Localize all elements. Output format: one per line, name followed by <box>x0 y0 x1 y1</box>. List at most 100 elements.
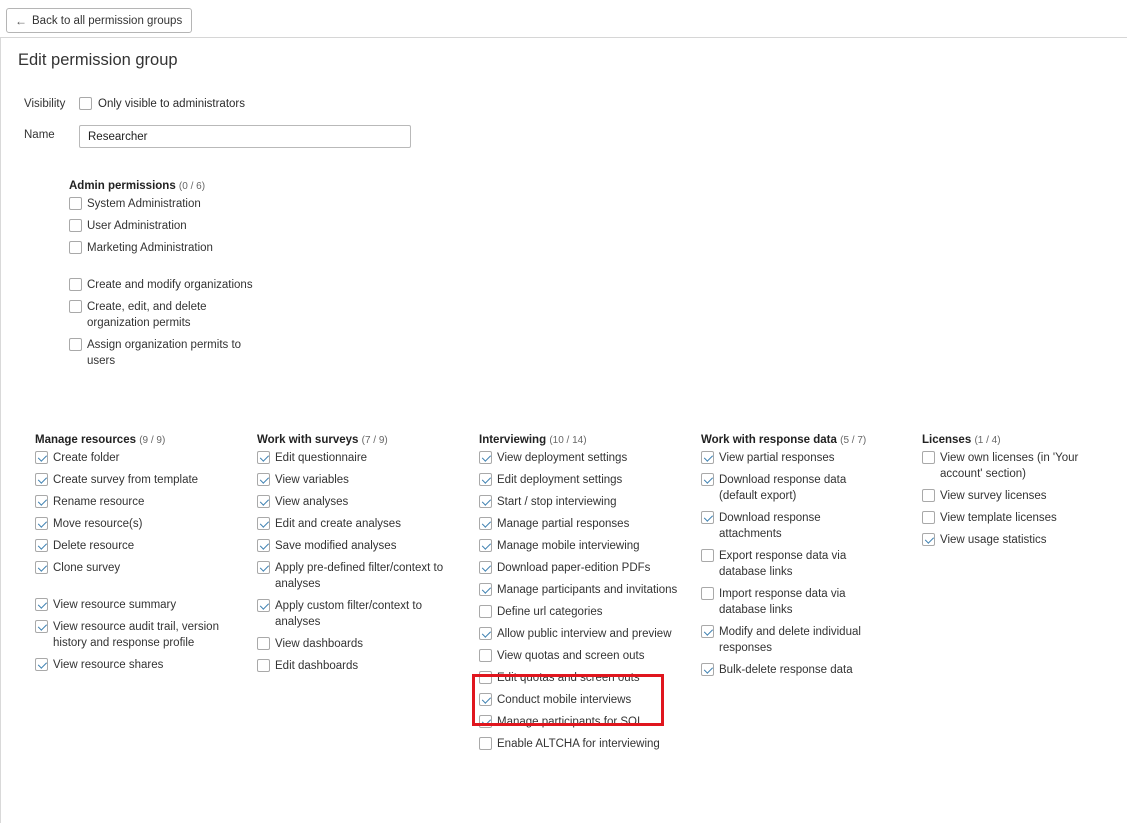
permission-item[interactable]: Create, edit, and delete organization pe… <box>69 299 269 331</box>
permission-checkbox[interactable] <box>35 598 48 611</box>
permission-item[interactable]: Delete resource <box>35 538 235 554</box>
permission-item[interactable]: View resource shares <box>35 657 235 673</box>
permission-item[interactable]: View usage statistics <box>922 532 1094 548</box>
permission-checkbox[interactable] <box>701 549 714 562</box>
permission-checkbox[interactable] <box>69 241 82 254</box>
permission-item[interactable]: View template licenses <box>922 510 1094 526</box>
permission-item[interactable]: Enable ALTCHA for interviewing <box>479 736 679 752</box>
permission-checkbox[interactable] <box>257 517 270 530</box>
permission-item[interactable]: System Administration <box>69 196 269 212</box>
permission-item[interactable]: View resource audit trail, version histo… <box>35 619 235 651</box>
permission-item[interactable]: User Administration <box>69 218 269 234</box>
permission-item[interactable]: Assign organization permits to users <box>69 337 269 369</box>
permission-checkbox[interactable] <box>69 300 82 313</box>
permission-item[interactable]: Define url categories <box>479 604 679 620</box>
permission-item[interactable]: View analyses <box>257 494 452 510</box>
permission-item[interactable]: Edit deployment settings <box>479 472 679 488</box>
permission-checkbox[interactable] <box>479 473 492 486</box>
permission-checkbox[interactable] <box>69 219 82 232</box>
permission-checkbox[interactable] <box>257 495 270 508</box>
permission-item[interactable]: View deployment settings <box>479 450 679 466</box>
permission-item[interactable]: Start / stop interviewing <box>479 494 679 510</box>
permission-item[interactable]: View partial responses <box>701 450 866 466</box>
permission-checkbox[interactable] <box>35 451 48 464</box>
name-input[interactable] <box>79 125 411 148</box>
permission-checkbox[interactable] <box>701 587 714 600</box>
permission-checkbox[interactable] <box>479 737 492 750</box>
permission-checkbox[interactable] <box>922 451 935 464</box>
permission-item[interactable]: Create and modify organizations <box>69 277 269 293</box>
permission-item[interactable]: Marketing Administration <box>69 240 269 256</box>
permission-checkbox[interactable] <box>35 495 48 508</box>
permission-item[interactable]: Edit questionnaire <box>257 450 452 466</box>
admin-permissions-group: Admin permissions (0 / 6) System Adminis… <box>69 180 269 375</box>
manage-resources-group: Manage resources (9 / 9) Create folder Cr… <box>35 434 235 679</box>
permission-checkbox[interactable] <box>69 197 82 210</box>
permission-item[interactable]: Manage partial responses <box>479 516 679 532</box>
permission-item[interactable]: Manage participants and invitations <box>479 582 679 598</box>
permission-item[interactable]: View variables <box>257 472 452 488</box>
permission-checkbox[interactable] <box>257 561 270 574</box>
permission-checkbox[interactable] <box>69 338 82 351</box>
permission-item[interactable]: Download response attachments <box>701 510 866 542</box>
permission-item[interactable]: Manage mobile interviewing <box>479 538 679 554</box>
permission-checkbox[interactable] <box>701 511 714 524</box>
permission-item[interactable]: Edit dashboards <box>257 658 452 674</box>
permission-checkbox[interactable] <box>35 473 48 486</box>
permission-checkbox[interactable] <box>922 511 935 524</box>
permission-checkbox[interactable] <box>257 539 270 552</box>
permission-checkbox[interactable] <box>701 451 714 464</box>
permission-item[interactable]: Create folder <box>35 450 235 466</box>
permission-checkbox[interactable] <box>479 605 492 618</box>
permission-item[interactable]: Import response data via database links <box>701 586 866 618</box>
permission-item[interactable]: View own licenses (in 'Your account' sec… <box>922 450 1094 482</box>
permission-checkbox[interactable] <box>701 625 714 638</box>
permission-checkbox[interactable] <box>479 627 492 640</box>
permission-item[interactable]: View quotas and screen outs <box>479 648 679 664</box>
permission-item[interactable]: Allow public interview and preview <box>479 626 679 642</box>
permission-item[interactable]: Apply pre-defined filter/context to anal… <box>257 560 452 592</box>
permission-checkbox[interactable] <box>35 561 48 574</box>
permission-item[interactable]: Download paper-edition PDFs <box>479 560 679 576</box>
permission-item[interactable]: View dashboards <box>257 636 452 652</box>
permission-checkbox[interactable] <box>257 599 270 612</box>
permission-checkbox[interactable] <box>35 539 48 552</box>
permission-item[interactable]: Rename resource <box>35 494 235 510</box>
permission-label: Assign organization permits to users <box>87 339 242 367</box>
permission-item[interactable]: Clone survey <box>35 560 235 576</box>
permission-checkbox[interactable] <box>701 663 714 676</box>
permission-checkbox[interactable] <box>479 517 492 530</box>
permission-item[interactable]: View resource summary <box>35 597 235 613</box>
permission-item[interactable]: Download response data (default export) <box>701 472 866 504</box>
permission-checkbox[interactable] <box>479 649 492 662</box>
permission-checkbox[interactable] <box>257 659 270 672</box>
permission-checkbox[interactable] <box>35 620 48 633</box>
permission-checkbox[interactable] <box>35 517 48 530</box>
visibility-checkbox-row[interactable]: Only visible to administrators <box>79 97 245 110</box>
permission-item[interactable]: View survey licenses <box>922 488 1094 504</box>
permission-checkbox[interactable] <box>479 583 492 596</box>
permission-checkbox[interactable] <box>922 489 935 502</box>
permission-checkbox[interactable] <box>257 473 270 486</box>
permission-checkbox[interactable] <box>69 278 82 291</box>
permission-checkbox[interactable] <box>922 533 935 546</box>
permission-checkbox[interactable] <box>701 473 714 486</box>
group-count: (5 / 7) <box>840 435 867 446</box>
permission-item[interactable]: Modify and delete individual responses <box>701 624 866 656</box>
permission-checkbox[interactable] <box>479 561 492 574</box>
permission-item[interactable]: Export response data via database links <box>701 548 866 580</box>
permission-item[interactable]: Bulk-delete response data <box>701 662 866 678</box>
permission-checkbox[interactable] <box>257 637 270 650</box>
visibility-checkbox[interactable] <box>79 97 92 110</box>
permission-checkbox[interactable] <box>35 658 48 671</box>
permission-checkbox[interactable] <box>257 451 270 464</box>
permission-item[interactable]: Save modified analyses <box>257 538 452 554</box>
permission-item[interactable]: Apply custom filter/context to analyses <box>257 598 452 630</box>
permission-checkbox[interactable] <box>479 495 492 508</box>
permission-checkbox[interactable] <box>479 451 492 464</box>
permission-checkbox[interactable] <box>479 539 492 552</box>
permission-item[interactable]: Create survey from template <box>35 472 235 488</box>
permission-item[interactable]: Move resource(s) <box>35 516 235 532</box>
permission-item[interactable]: Edit and create analyses <box>257 516 452 532</box>
back-to-groups-button[interactable]: ← Back to all permission groups <box>6 8 192 33</box>
